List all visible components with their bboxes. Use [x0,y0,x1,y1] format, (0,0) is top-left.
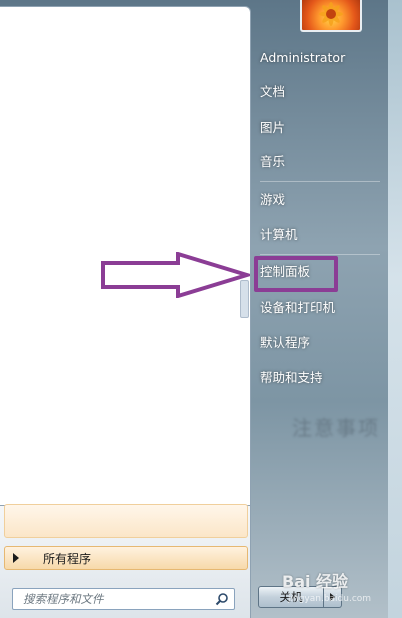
menu-item-games[interactable]: 游戏 [260,186,388,214]
all-programs-button[interactable]: 所有程序 [4,546,248,570]
right-pane: Administrator 文档 图片 音乐 游戏 计算机 控制面板 设备和打印… [252,36,388,596]
menu-item-pictures[interactable]: 图片 [260,114,388,142]
menu-item-documents[interactable]: 文档 [260,78,388,106]
menu-item-default-programs[interactable]: 默认程序 [260,329,388,357]
search-box[interactable] [12,588,235,610]
all-programs-label: 所有程序 [43,551,92,566]
search-input[interactable] [13,589,203,609]
menu-item-devices-printers[interactable]: 设备和打印机 [260,294,388,322]
recent-program-item[interactable] [4,504,248,538]
baidu-watermark-url: jingyan.baidu.com [288,594,372,604]
control-panel-highlight-box [254,256,338,292]
menu-separator [260,181,380,182]
search-icon[interactable] [215,592,229,606]
user-name-item[interactable]: Administrator [260,44,388,72]
menu-item-computer[interactable]: 计算机 [260,221,388,249]
user-avatar-flower-icon [319,2,343,26]
user-avatar[interactable] [300,0,362,32]
baidu-watermark: Bai 经验 [282,572,349,591]
menu-item-music[interactable]: 音乐 [260,148,388,176]
menu-separator [260,254,380,255]
menu-item-help-support[interactable]: 帮助和支持 [260,364,388,392]
annotation-arrow-icon [101,252,250,298]
desktop-background-edge [388,0,402,618]
all-programs-arrow-icon [13,553,19,563]
